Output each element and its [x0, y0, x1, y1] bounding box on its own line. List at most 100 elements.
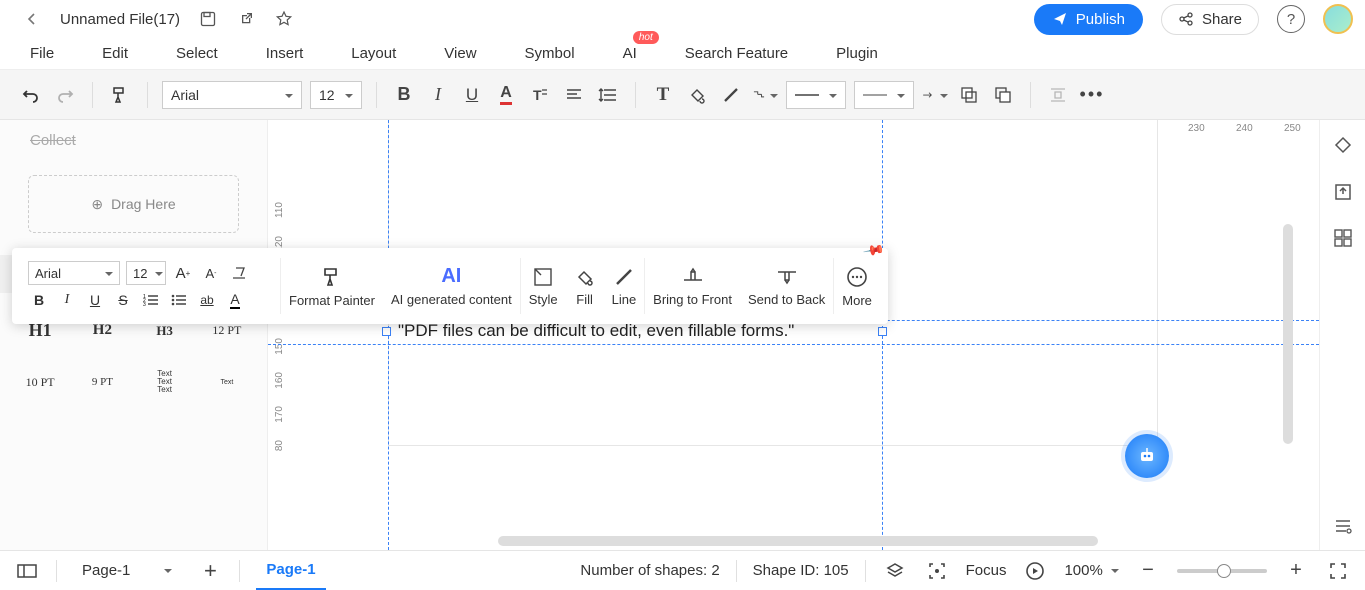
grid-icon[interactable]: [1331, 226, 1355, 250]
drag-here-zone[interactable]: ⊕ Drag Here: [28, 175, 239, 233]
connector-icon[interactable]: [752, 82, 778, 108]
zoom-slider[interactable]: [1177, 569, 1267, 573]
text-tool-icon[interactable]: T: [650, 82, 676, 108]
font-size-value: 12: [319, 87, 335, 103]
present-icon[interactable]: [1022, 558, 1048, 584]
text-effect-icon[interactable]: T: [527, 82, 553, 108]
text-case-icon[interactable]: ab: [196, 289, 218, 311]
share-button[interactable]: Share: [1161, 4, 1259, 35]
numbered-list-icon[interactable]: 123: [140, 289, 162, 311]
main-toolbar: Arial 12 B I U A T T •••: [0, 70, 1365, 120]
svg-text:3: 3: [143, 302, 146, 307]
menu-layout[interactable]: Layout: [351, 45, 396, 62]
bold-icon[interactable]: B: [391, 82, 417, 108]
text-10pt[interactable]: 10 PT: [10, 359, 70, 405]
pages-panel-icon[interactable]: [14, 558, 40, 584]
page-tab-active[interactable]: Page-1: [256, 551, 325, 590]
text-small[interactable]: Text: [197, 359, 257, 405]
line-style-select[interactable]: [786, 81, 846, 109]
ctx-send-back[interactable]: Send to Back: [740, 248, 833, 324]
page-select[interactable]: Page-1: [73, 557, 181, 584]
handle-left[interactable]: [382, 327, 391, 336]
distribute-icon[interactable]: [1045, 82, 1071, 108]
arrow-style-icon[interactable]: [922, 82, 948, 108]
zoom-knob[interactable]: [1217, 564, 1231, 578]
save-icon[interactable]: [198, 9, 218, 29]
ctx-strike-icon[interactable]: S: [112, 289, 134, 311]
zoom-out-icon[interactable]: −: [1135, 558, 1161, 584]
menu-file[interactable]: File: [30, 45, 54, 62]
ctx-font-value: Arial: [35, 266, 61, 281]
publish-button[interactable]: Publish: [1034, 4, 1143, 35]
menu-view[interactable]: View: [444, 45, 476, 62]
ctx-size-select[interactable]: 12: [126, 261, 166, 285]
layer-back-icon[interactable]: [956, 82, 982, 108]
underline-icon[interactable]: U: [459, 82, 485, 108]
menu-insert[interactable]: Insert: [266, 45, 304, 62]
ctx-format-painter[interactable]: Format Painter: [281, 248, 383, 324]
handle-right[interactable]: [878, 327, 887, 336]
export-icon[interactable]: [1331, 180, 1355, 204]
menu-ai[interactable]: AIhot: [623, 45, 637, 62]
horizontal-scrollbar[interactable]: [498, 536, 1098, 546]
bullet-list-icon[interactable]: [168, 289, 190, 311]
zoom-value[interactable]: 100%: [1064, 562, 1119, 579]
line-icon[interactable]: [718, 82, 744, 108]
ctx-line[interactable]: Line: [604, 248, 645, 324]
ctx-size-value: 12: [133, 266, 147, 281]
focus-frame-icon[interactable]: [924, 558, 950, 584]
text-9pt[interactable]: 9 PT: [72, 359, 132, 405]
decrease-font-icon[interactable]: A-: [200, 262, 222, 284]
menu-plugin[interactable]: Plugin: [836, 45, 878, 62]
shape-fill-icon[interactable]: [1331, 134, 1355, 158]
vr-80: 80: [274, 440, 285, 451]
menu-select[interactable]: Select: [176, 45, 218, 62]
fill-icon[interactable]: [684, 82, 710, 108]
ctx-style[interactable]: Style: [521, 248, 566, 324]
ctx-font-color-icon[interactable]: A: [224, 289, 246, 311]
focus-label[interactable]: Focus: [966, 562, 1007, 579]
help-button[interactable]: ?: [1277, 5, 1305, 33]
settings-list-icon[interactable]: [1331, 514, 1355, 538]
ctx-ai[interactable]: AIAI generated content: [383, 248, 520, 324]
fullscreen-icon[interactable]: [1325, 558, 1351, 584]
ctx-font-select[interactable]: Arial: [28, 261, 120, 285]
zoom-in-icon[interactable]: +: [1283, 558, 1309, 584]
layers-icon[interactable]: [882, 558, 908, 584]
more-icon[interactable]: •••: [1079, 82, 1105, 108]
work-area: 📌 Arial 12 A+ A- B I U S 123 ab A Format…: [0, 120, 1365, 550]
undo-icon[interactable]: [18, 82, 44, 108]
back-icon[interactable]: [22, 9, 42, 29]
zoom-text: 100%: [1064, 562, 1102, 579]
menu-symbol[interactable]: Symbol: [525, 45, 575, 62]
font-color-icon[interactable]: A: [493, 82, 519, 108]
menu-edit[interactable]: Edit: [102, 45, 128, 62]
format-painter-icon[interactable]: [107, 82, 133, 108]
line-weight-select[interactable]: [854, 81, 914, 109]
increase-font-icon[interactable]: A+: [172, 262, 194, 284]
menu-search-feature[interactable]: Search Feature: [685, 45, 788, 62]
align-icon[interactable]: [561, 82, 587, 108]
ctx-underline-icon[interactable]: U: [84, 289, 106, 311]
ctx-bold-icon[interactable]: B: [28, 289, 50, 311]
open-external-icon[interactable]: [236, 9, 256, 29]
italic-icon[interactable]: I: [425, 82, 451, 108]
user-avatar[interactable]: [1323, 4, 1353, 34]
vertical-scrollbar[interactable]: [1283, 224, 1293, 444]
clear-format-icon[interactable]: [228, 262, 250, 284]
font-size-select[interactable]: 12: [310, 81, 362, 109]
add-page-icon[interactable]: +: [197, 558, 223, 584]
text-multi[interactable]: TextTextText: [135, 359, 195, 405]
ctx-bring-front[interactable]: Bring to Front: [645, 248, 740, 324]
line-spacing-icon[interactable]: [595, 82, 621, 108]
ctx-italic-icon[interactable]: I: [56, 289, 78, 311]
redo-icon[interactable]: [52, 82, 78, 108]
canvas[interactable]: 170 180 190 200 210 220 230 240 250 110 …: [268, 120, 1319, 550]
layer-front-icon[interactable]: [990, 82, 1016, 108]
font-select[interactable]: Arial: [162, 81, 302, 109]
assistant-fab[interactable]: [1125, 434, 1169, 478]
selected-text-shape[interactable]: "PDF files can be difficult to edit, eve…: [398, 321, 794, 341]
ctx-fill[interactable]: Fill: [566, 248, 604, 324]
share-label: Share: [1202, 11, 1242, 28]
star-icon[interactable]: [274, 9, 294, 29]
